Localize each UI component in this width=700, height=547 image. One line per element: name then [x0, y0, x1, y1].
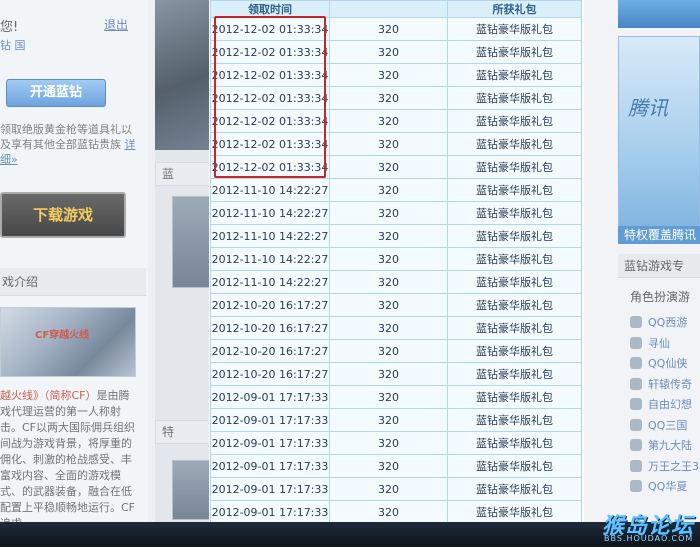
cell-value: 320 — [329, 178, 448, 202]
header-gift: 所获礼包 — [447, 0, 582, 18]
cell-time: 2012-11-10 14:22:27 — [210, 224, 330, 248]
cell-value: 320 — [329, 109, 448, 133]
table-row: 2012-11-10 14:22:27 320 蓝钻豪华版礼包 — [210, 270, 582, 294]
cell-gift: 蓝钻豪华版礼包 — [447, 132, 582, 156]
cell-value: 320 — [329, 408, 448, 432]
cell-value: 320 — [329, 86, 448, 110]
cell-gift: 蓝钻豪华版礼包 — [447, 109, 582, 133]
cell-gift: 蓝钻豪华版礼包 — [447, 86, 582, 110]
cell-gift: 蓝钻豪华版礼包 — [447, 293, 582, 317]
table-row: 2012-10-20 16:17:27 320 蓝钻豪华版礼包 — [210, 316, 582, 340]
cell-time: 2012-11-10 14:22:27 — [210, 247, 330, 271]
cell-value: 320 — [329, 63, 448, 87]
cell-time: 2012-10-20 16:17:27 — [210, 362, 330, 386]
cell-gift: 蓝钻豪华版礼包 — [447, 316, 582, 340]
cell-value: 320 — [329, 500, 448, 524]
cell-time: 2012-10-20 16:17:27 — [210, 316, 330, 340]
table-row: 2012-10-20 16:17:27 320 蓝钻豪华版礼包 — [210, 339, 582, 363]
cell-value: 320 — [329, 316, 448, 340]
cell-gift: 蓝钻豪华版礼包 — [447, 270, 582, 294]
cell-gift: 蓝钻豪华版礼包 — [447, 178, 582, 202]
cell-value: 320 — [329, 247, 448, 271]
watermark-url: BBS.HOUDAO.COM — [604, 534, 694, 543]
cell-gift: 蓝钻豪华版礼包 — [447, 477, 582, 501]
cell-value: 320 — [329, 132, 448, 156]
table-row: 2012-09-01 17:17:33320蓝钻豪华版礼包 — [210, 477, 582, 501]
cell-gift: 蓝钻豪华版礼包 — [447, 17, 582, 41]
cell-time: 2012-11-10 14:22:27 — [210, 201, 330, 225]
cell-time: 2012-09-01 17:17:33 — [210, 408, 330, 432]
table-header-row: 领取时间 所获礼包 — [210, 0, 582, 18]
cell-time: 2012-11-10 14:22:27 — [210, 270, 330, 294]
cell-value: 320 — [329, 270, 448, 294]
cell-gift: 蓝钻豪华版礼包 — [447, 362, 582, 386]
cell-gift: 蓝钻豪华版礼包 — [447, 63, 582, 87]
table-row: 2012-09-01 17:17:33320蓝钻豪华版礼包 — [210, 431, 582, 455]
cell-time: 2012-10-20 16:17:27 — [210, 339, 330, 363]
table-row: 2012-09-01 17:17:33320蓝钻豪华版礼包 — [210, 385, 582, 409]
header-value — [329, 0, 448, 18]
cell-time: 2012-09-01 17:17:33 — [210, 500, 330, 524]
cell-time: 2012-09-01 17:17:33 — [210, 385, 330, 409]
cell-time: 2012-10-20 16:17:27 — [210, 293, 330, 317]
cell-value: 320 — [329, 431, 448, 455]
cell-gift: 蓝钻豪华版礼包 — [447, 408, 582, 432]
cell-value: 320 — [329, 40, 448, 64]
cell-gift: 蓝钻豪华版礼包 — [447, 224, 582, 248]
cell-gift: 蓝钻豪华版礼包 — [447, 454, 582, 478]
cell-time: 2012-09-01 17:17:33 — [210, 454, 330, 478]
table-row: 2012-11-10 14:22:27 320 蓝钻豪华版礼包 — [210, 247, 582, 271]
taskbar — [0, 522, 700, 547]
table-row: 2012-11-10 14:22:27 320 蓝钻豪华版礼包 — [210, 178, 582, 202]
table-row: 2012-11-10 14:22:27 320 蓝钻豪华版礼包 — [210, 201, 582, 225]
cell-gift: 蓝钻豪华版礼包 — [447, 155, 582, 179]
cell-gift: 蓝钻豪华版礼包 — [447, 385, 582, 409]
cell-value: 320 — [329, 454, 448, 478]
cell-value: 320 — [329, 362, 448, 386]
cell-gift: 蓝钻豪华版礼包 — [447, 500, 582, 524]
cell-value: 320 — [329, 477, 448, 501]
cell-gift: 蓝钻豪华版礼包 — [447, 339, 582, 363]
cell-time: 2012-09-01 17:17:33 — [210, 477, 330, 501]
cell-value: 320 — [329, 339, 448, 363]
table-row: 2012-09-01 17:17:33320蓝钻豪华版礼包 — [210, 454, 582, 478]
cell-time: 2012-11-10 14:22:27 — [210, 178, 330, 202]
cell-value: 320 — [329, 224, 448, 248]
cell-gift: 蓝钻豪华版礼包 — [447, 247, 582, 271]
header-time: 领取时间 — [210, 0, 330, 18]
cell-value: 320 — [329, 201, 448, 225]
table-row: 2012-10-20 16:17:27 320 蓝钻豪华版礼包 — [210, 362, 582, 386]
cell-gift: 蓝钻豪华版礼包 — [447, 431, 582, 455]
table-row: 2012-09-01 17:17:33320蓝钻豪华版礼包 — [210, 500, 582, 524]
cell-time: 2012-09-01 17:17:33 — [210, 431, 330, 455]
cell-value: 320 — [329, 17, 448, 41]
cell-value: 320 — [329, 293, 448, 317]
table-row: 2012-09-01 17:17:33320蓝钻豪华版礼包 — [210, 408, 582, 432]
highlight-annotation-box — [214, 16, 326, 178]
cell-gift: 蓝钻豪华版礼包 — [447, 201, 582, 225]
cell-gift: 蓝钻豪华版礼包 — [447, 40, 582, 64]
cell-value: 320 — [329, 155, 448, 179]
table-row: 2012-10-20 16:17:27 320 蓝钻豪华版礼包 — [210, 293, 582, 317]
cell-value: 320 — [329, 385, 448, 409]
table-row: 2012-11-10 14:22:27 320 蓝钻豪华版礼包 — [210, 224, 582, 248]
